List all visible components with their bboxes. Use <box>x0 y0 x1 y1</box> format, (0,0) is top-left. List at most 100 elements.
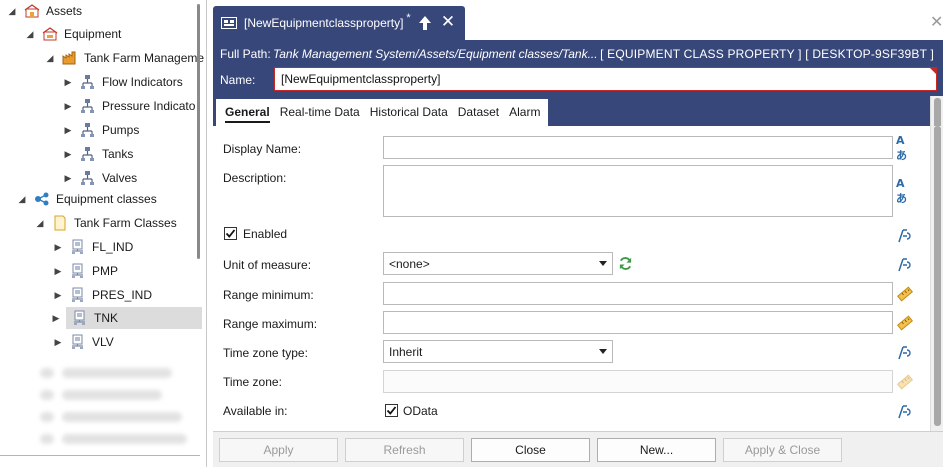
document-tab-title: [NewEquipmentclassproperty] <box>244 16 404 30</box>
range-minimum-field[interactable] <box>383 282 893 305</box>
equipment-node-icon <box>80 146 96 162</box>
blurred-tree-row <box>40 434 54 444</box>
close-tab-icon[interactable]: ✕ <box>439 12 457 32</box>
property-tab-strip: General Real-time Data Historical Data D… <box>216 99 549 126</box>
full-path-label: Full Path: <box>220 47 271 61</box>
available-in-label: Available in: <box>223 404 288 418</box>
tree-item-pmp[interactable]: ▶ PMP <box>52 260 118 282</box>
ruler-icon[interactable] <box>896 315 914 331</box>
document-tab-bar: [NewEquipmentclassproperty] * ✕ ✕ <box>213 0 943 40</box>
chevron-down-icon <box>599 261 607 266</box>
expand-arrow-icon[interactable]: ▶ <box>50 313 62 324</box>
expand-arrow-icon[interactable]: ▶ <box>62 125 74 136</box>
odata-checkbox[interactable] <box>385 404 398 417</box>
tree-item-label: Pumps <box>102 123 140 137</box>
tree-scrollbar[interactable] <box>197 4 200 259</box>
collapse-arrow-icon[interactable]: ◢ <box>6 6 18 17</box>
tree-item-pumps[interactable]: ▶ Pumps <box>62 119 139 141</box>
form-scrollbar[interactable] <box>930 126 943 431</box>
time-zone-field[interactable] <box>383 370 893 393</box>
collapse-arrow-icon[interactable]: ◢ <box>34 218 46 229</box>
display-name-field[interactable] <box>383 136 893 159</box>
expand-arrow-icon[interactable]: ▶ <box>52 242 64 253</box>
expand-arrow-icon[interactable]: ▶ <box>62 101 74 112</box>
tree-item-label: TNK <box>94 311 118 325</box>
tree-item-tnk[interactable]: ▶ TNK <box>53 307 202 329</box>
time-zone-label: Time zone: <box>223 375 282 389</box>
folder-icon <box>52 215 68 231</box>
apply-and-close-button[interactable]: Apply & Close <box>723 438 842 462</box>
tree-item-tank-farm-manageme[interactable]: ◢ Tank Farm Manageme <box>44 47 205 69</box>
binding-icon[interactable] <box>896 228 914 244</box>
equipment-icon <box>42 26 58 42</box>
tree-item-tanks[interactable]: ▶ Tanks <box>62 143 133 165</box>
new-button[interactable]: New... <box>597 438 716 462</box>
tab-historical-data[interactable]: Historical Data <box>365 99 453 126</box>
tree-item-valves[interactable]: ▶ Valves <box>62 167 137 189</box>
tab-dataset[interactable]: Dataset <box>453 99 504 126</box>
tree-item-equipment-classes[interactable]: ◢ Equipment classes <box>16 188 157 210</box>
tree-item-assets[interactable]: ◢ Assets <box>6 0 82 22</box>
ruler-icon[interactable] <box>896 286 914 302</box>
translate-icon[interactable]: Aあ <box>896 177 914 205</box>
tree-item-label: Equipment <box>64 27 122 41</box>
document-header: Full Path: Tank Management System/Assets… <box>213 40 943 96</box>
assets-icon <box>24 3 40 19</box>
unit-of-measure-value: <none> <box>389 256 430 271</box>
binding-icon[interactable] <box>896 345 914 361</box>
tree-item-tank-farm-classes[interactable]: ◢ Tank Farm Classes <box>34 212 177 234</box>
name-field[interactable] <box>274 67 937 91</box>
translate-icon[interactable]: Aあ <box>896 134 914 162</box>
tree-item-pres-ind[interactable]: ▶ PRES_IND <box>52 284 152 306</box>
equipment-classes-icon <box>34 191 50 207</box>
expand-arrow-icon[interactable]: ▶ <box>62 149 74 160</box>
modified-marker: * <box>406 12 411 24</box>
validation-error-flag <box>930 68 936 74</box>
class-icon <box>70 287 86 303</box>
expand-arrow-icon[interactable]: ▶ <box>62 173 74 184</box>
property-tabs: General Real-time Data Historical Data D… <box>213 96 930 126</box>
tree-item-equipment[interactable]: ◢ Equipment <box>24 23 122 45</box>
plant-icon <box>62 50 78 66</box>
binding-icon[interactable] <box>896 257 914 273</box>
binding-icon[interactable] <box>896 404 914 420</box>
time-zone-type-select[interactable]: Inherit <box>383 340 613 363</box>
description-label: Description: <box>223 171 287 185</box>
close-button[interactable]: Close <box>471 438 590 462</box>
enabled-checkbox[interactable] <box>224 227 237 240</box>
refresh-icon[interactable] <box>618 256 634 272</box>
expand-arrow-icon[interactable]: ▶ <box>62 77 74 88</box>
collapse-arrow-icon[interactable]: ◢ <box>24 29 36 40</box>
general-form: Display Name: Aあ Description: Aあ Enabled… <box>213 126 930 431</box>
close-panel-icon[interactable]: ✕ <box>930 12 943 32</box>
tree-item-vlv[interactable]: ▶ VLV <box>52 331 114 353</box>
apply-button[interactable]: Apply <box>219 438 338 462</box>
form-scrollbar-top[interactable] <box>930 96 943 126</box>
blurred-tree-row <box>40 368 54 378</box>
tree-item-pressure-indicato[interactable]: ▶ Pressure Indicato <box>62 95 195 117</box>
expand-arrow-icon[interactable]: ▶ <box>52 290 64 301</box>
unit-of-measure-select[interactable]: <none> <box>383 252 613 275</box>
tab-real-time-data[interactable]: Real-time Data <box>275 99 365 126</box>
document-tab[interactable]: [NewEquipmentclassproperty] * ✕ <box>213 6 465 40</box>
tree-item-label: Pressure Indicato <box>102 99 196 113</box>
tab-general[interactable]: General <box>220 99 275 126</box>
description-field[interactable] <box>383 165 893 217</box>
refresh-button[interactable]: Refresh <box>345 438 464 462</box>
expand-arrow-icon[interactable]: ▶ <box>52 266 64 277</box>
pin-icon[interactable] <box>418 15 432 31</box>
range-maximum-field[interactable] <box>383 311 893 334</box>
equipment-node-icon <box>80 122 96 138</box>
tree-item-flow-indicators[interactable]: ▶ Flow Indicators <box>62 71 183 93</box>
asset-tree[interactable]: ◢ Assets ◢ Equipment ◢ Tank Farm Manageme ▶ Flo… <box>0 0 207 467</box>
expand-arrow-icon[interactable]: ▶ <box>52 337 64 348</box>
collapse-arrow-icon[interactable]: ◢ <box>16 194 28 205</box>
class-icon <box>70 263 86 279</box>
tab-alarm[interactable]: Alarm <box>504 99 545 126</box>
action-bar: Apply Refresh Close New... Apply & Close <box>213 431 943 467</box>
class-icon <box>70 239 86 255</box>
collapse-arrow-icon[interactable]: ◢ <box>44 53 56 64</box>
blurred-tree-row <box>62 412 182 422</box>
tree-item-fl-ind[interactable]: ▶ FL_IND <box>52 236 133 258</box>
tree-item-label: VLV <box>92 335 114 349</box>
